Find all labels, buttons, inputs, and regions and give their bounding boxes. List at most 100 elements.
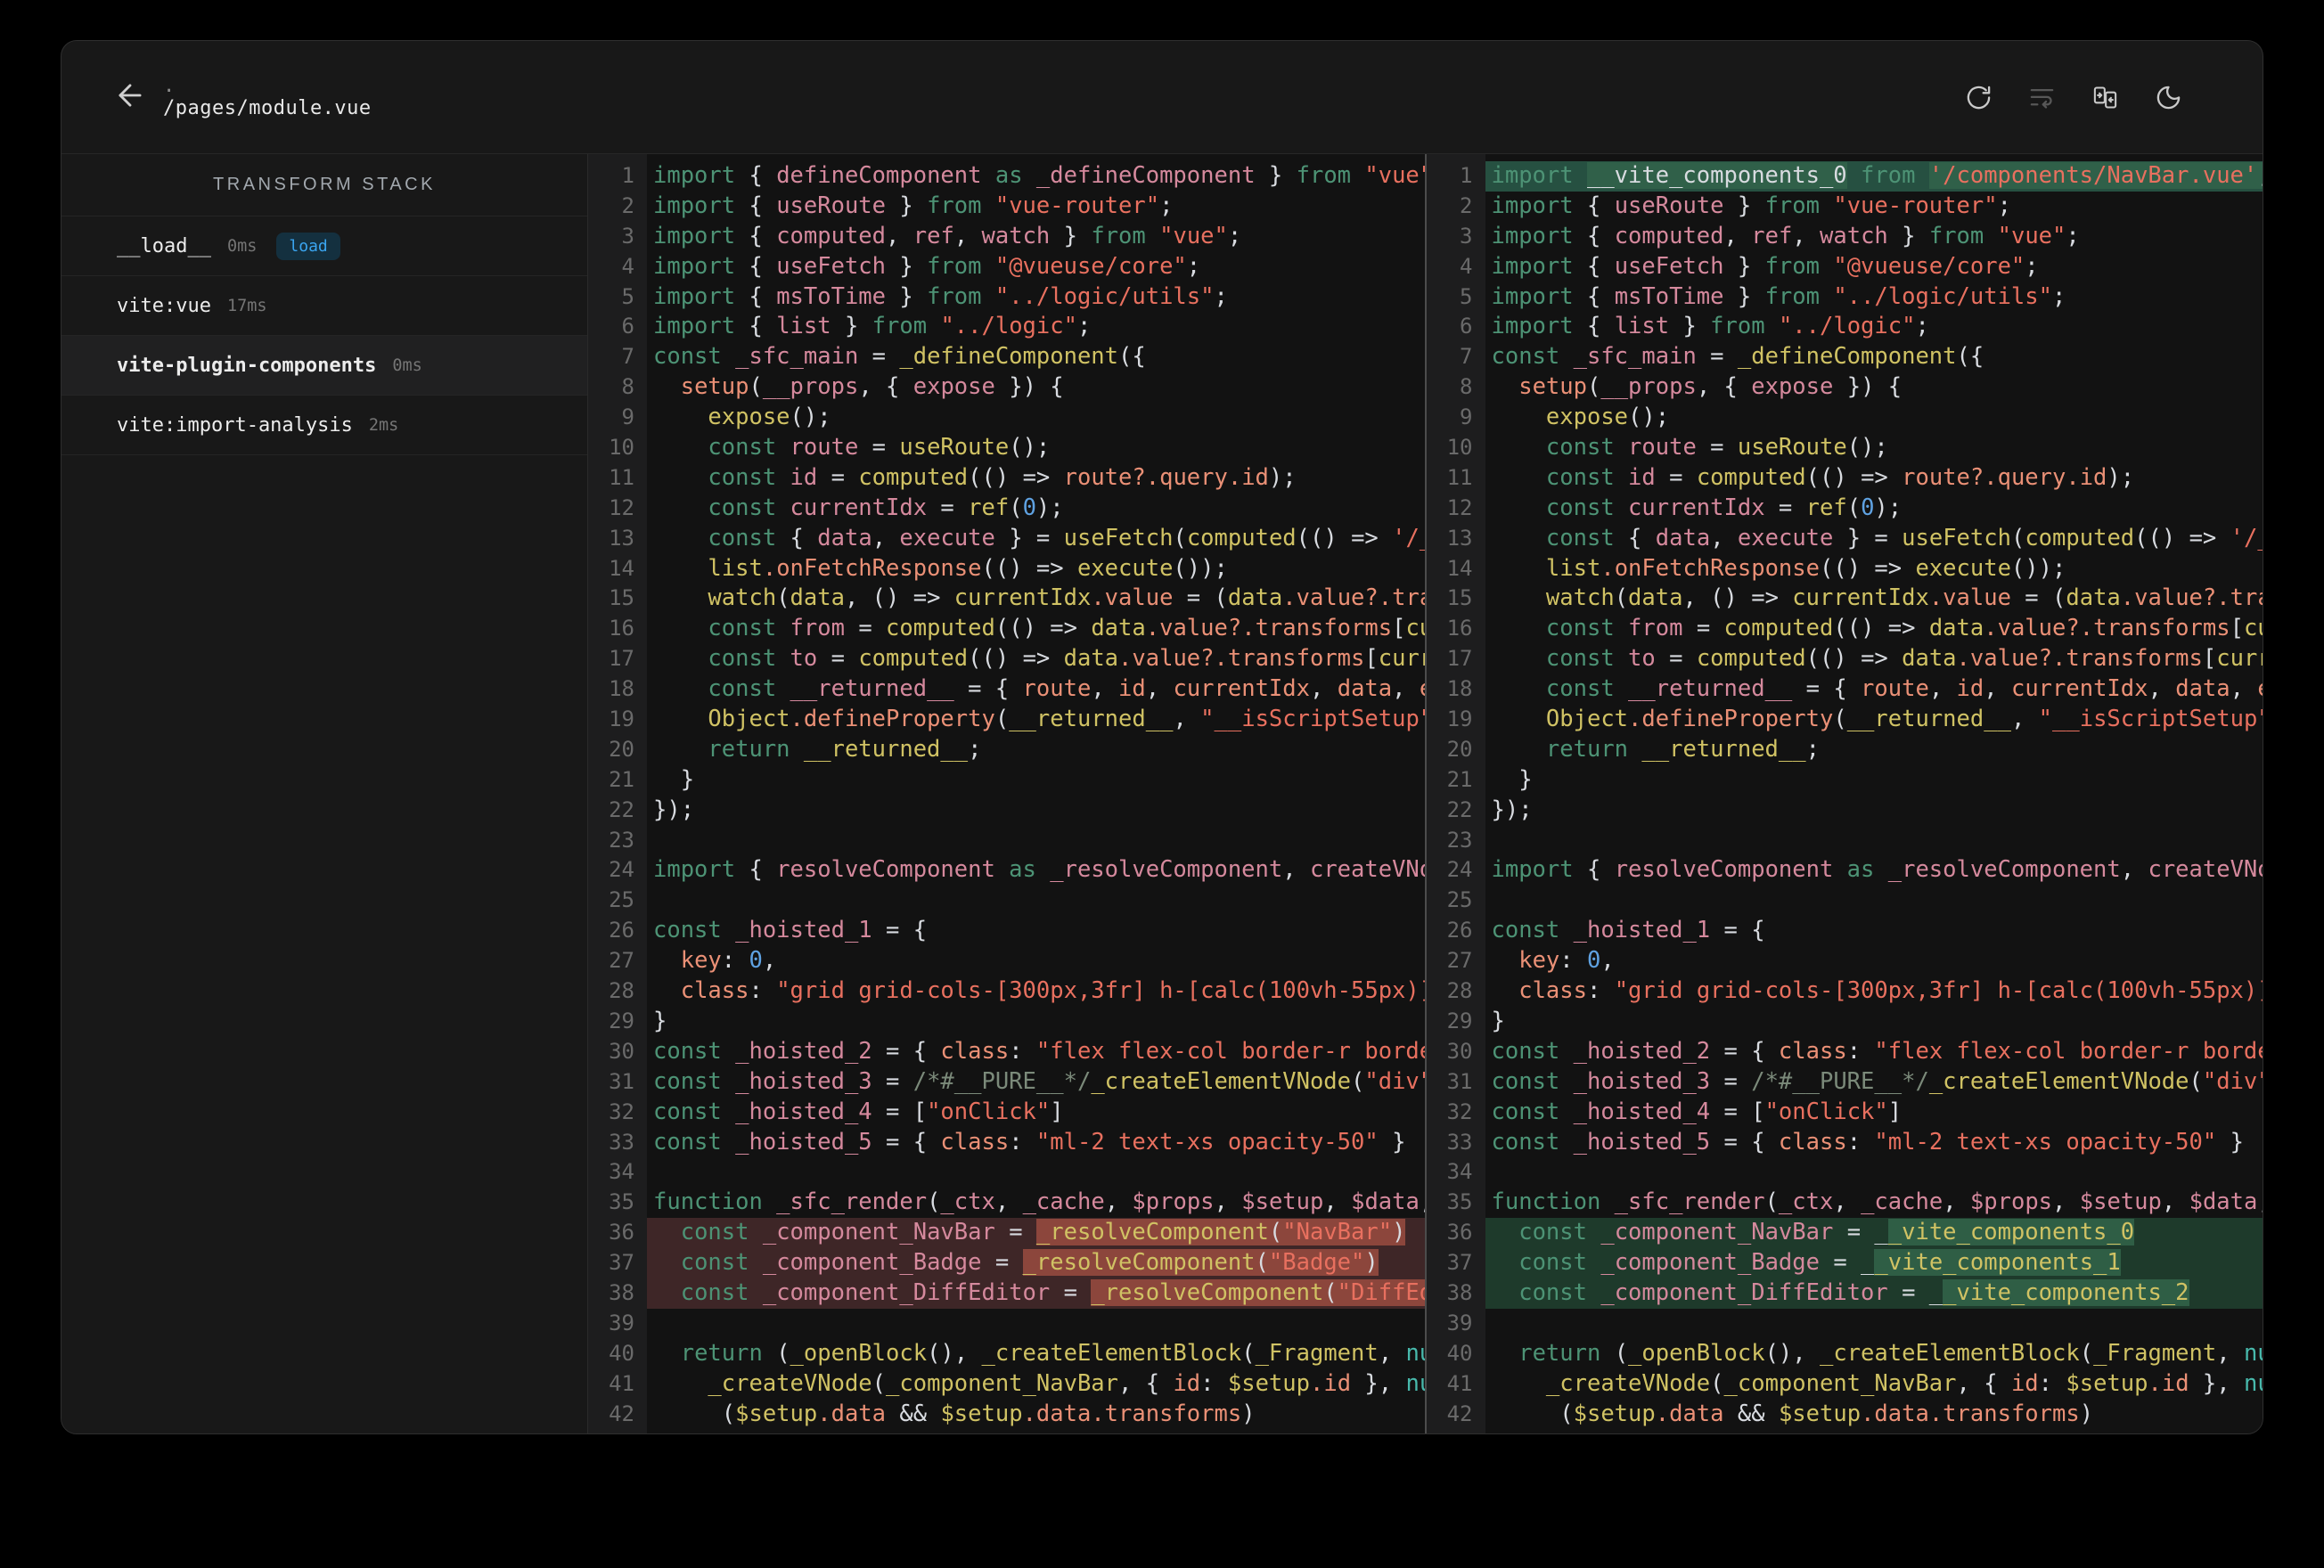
code-token: , {	[858, 373, 913, 401]
code-token: ,	[1710, 524, 1738, 551]
line-number: 1	[1460, 163, 1473, 188]
code-token: computed	[2025, 524, 2135, 551]
code-token: computed	[1186, 524, 1297, 551]
transform-stack-item-vite-plugin-components[interactable]: vite-plugin-components 0ms	[61, 336, 587, 396]
code-token: [	[1392, 615, 1406, 642]
code-line: const _sfc_main = _defineComponent({	[1485, 342, 2263, 372]
line-number: 20	[609, 736, 634, 762]
code-token: _component_NavBar	[1723, 1369, 1957, 1397]
code-token: },	[2189, 1369, 2244, 1397]
code-token: $props	[1969, 1188, 2053, 1216]
code-line: key: 0,	[647, 946, 1425, 976]
code-line: const route = useRoute();	[647, 433, 1425, 463]
line-number: 39	[1446, 1310, 1473, 1335]
code-token: , {	[1696, 373, 1752, 401]
code-line: const _sfc_main = _defineComponent({	[647, 342, 1425, 372]
file-path-text: /pages/module.vue	[163, 97, 372, 119]
code-token: (	[1710, 1369, 1724, 1397]
code-token: (	[994, 706, 1010, 733]
code-token: $setup	[1573, 1400, 1656, 1427]
compare-panes-icon[interactable]	[2091, 84, 2119, 111]
code-token: const	[653, 1128, 736, 1156]
code-token: .data.transforms	[1022, 1400, 1242, 1427]
code-token: computed	[1614, 222, 1724, 249]
code-token: }	[1050, 222, 1092, 249]
plugin-time: 0ms	[392, 355, 422, 375]
back-button[interactable]	[113, 80, 147, 114]
code-token: createVNod	[2148, 856, 2263, 884]
code-line: _createVNode(_component_NavBar, { id: $s…	[647, 1369, 1424, 1400]
code-token: }	[1723, 192, 1765, 219]
moon-icon[interactable]	[2155, 84, 2182, 111]
code-token: ({	[1118, 343, 1146, 371]
code-token: =	[1696, 343, 1738, 371]
code-token: }	[1887, 222, 1929, 249]
code-token: = {	[872, 917, 928, 944]
code-token: ,	[1792, 222, 1821, 249]
code-token: = [	[1710, 1098, 1765, 1125]
code-line: const _hoisted_3 = /*#__PURE__*/_createE…	[1485, 1067, 2263, 1098]
code-token: .value	[1091, 584, 1174, 612]
code-token: :	[1559, 947, 1587, 975]
code-token: ,	[1214, 1188, 1242, 1216]
code-token: ]	[1887, 1098, 1903, 1125]
code-token: .defineProperty	[1628, 706, 1834, 733]
transform-stack-sidebar: TRANSFORM STACK __load__ 0ms load vite:vue 1…	[61, 154, 588, 1433]
line-number: 18	[609, 676, 634, 702]
code-token: import	[653, 282, 749, 310]
code-token: data	[2175, 675, 2230, 703]
line-number: 22	[609, 796, 634, 822]
code-token: from	[1764, 282, 1834, 310]
code-line: list.onFetchResponse(() => execute());	[647, 554, 1425, 584]
line-number: 25	[609, 887, 634, 913]
code-token: expose	[1751, 373, 1834, 401]
code-token: _defineComponent	[899, 343, 1118, 371]
code-token: ,	[1723, 222, 1752, 249]
code-token: class	[940, 1128, 1010, 1156]
line-number: 26	[1446, 918, 1473, 943]
line-number: 15	[1446, 585, 1473, 611]
code-token: curr	[2216, 645, 2263, 673]
code-token: "onClick"	[1764, 1098, 1888, 1125]
code-token: _resolveComponent	[1887, 856, 2121, 884]
refresh-icon[interactable]	[1965, 84, 1993, 111]
code-token: _component_NavBar	[762, 1219, 995, 1246]
code-token: _vite_components_1	[1874, 1249, 2121, 1277]
code-token: ;	[2066, 222, 2080, 249]
code-token: :	[1009, 1128, 1036, 1156]
wrap-lines-icon[interactable]	[2028, 84, 2056, 111]
code-editor-after[interactable]: import __vite_components_0 from '/compon…	[1485, 154, 2263, 1433]
line-number: 31	[609, 1068, 634, 1094]
code-token: "flex flex-col border-r borde	[1035, 1037, 1425, 1065]
code-token: (	[1764, 1188, 1779, 1216]
code-token: execute	[1737, 524, 1834, 551]
code-token: from	[1764, 252, 1834, 280]
arrow-left-icon	[113, 78, 147, 116]
code-token: import	[1491, 162, 1587, 189]
code-token: _hoisted_5	[735, 1128, 872, 1156]
code-token: [	[2230, 615, 2244, 642]
code-token: 0	[1861, 494, 1875, 521]
code-token: ,	[1392, 675, 1420, 703]
transform-stack-item-vite-vue[interactable]: vite:vue 17ms	[61, 276, 587, 336]
code-token: data	[1227, 584, 1283, 612]
code-token: const	[1518, 1278, 1601, 1306]
transform-stack-item-vite-import-analysis[interactable]: vite:import-analysis 2ms	[61, 396, 587, 455]
code-token: (	[1009, 494, 1023, 521]
code-token: class	[1778, 1128, 1847, 1156]
code-token: .data	[817, 1400, 887, 1427]
code-token: _sfc_main	[735, 343, 859, 371]
code-token: from	[1091, 222, 1160, 249]
code-editor-before[interactable]: import { defineComponent as _defineCompo…	[647, 154, 1425, 1433]
code-line: function _sfc_render(_ctx, _cache, $prop…	[647, 1188, 1425, 1218]
code-token: _resolveComponent	[1091, 1278, 1324, 1306]
code-token: _ctx	[940, 1188, 995, 1216]
code-line: import { useFetch } from "@vueuse/core";	[1485, 252, 2263, 282]
code-token: :	[1200, 1369, 1228, 1397]
transform-stack-item--load-[interactable]: __load__ 0ms load	[61, 216, 587, 276]
